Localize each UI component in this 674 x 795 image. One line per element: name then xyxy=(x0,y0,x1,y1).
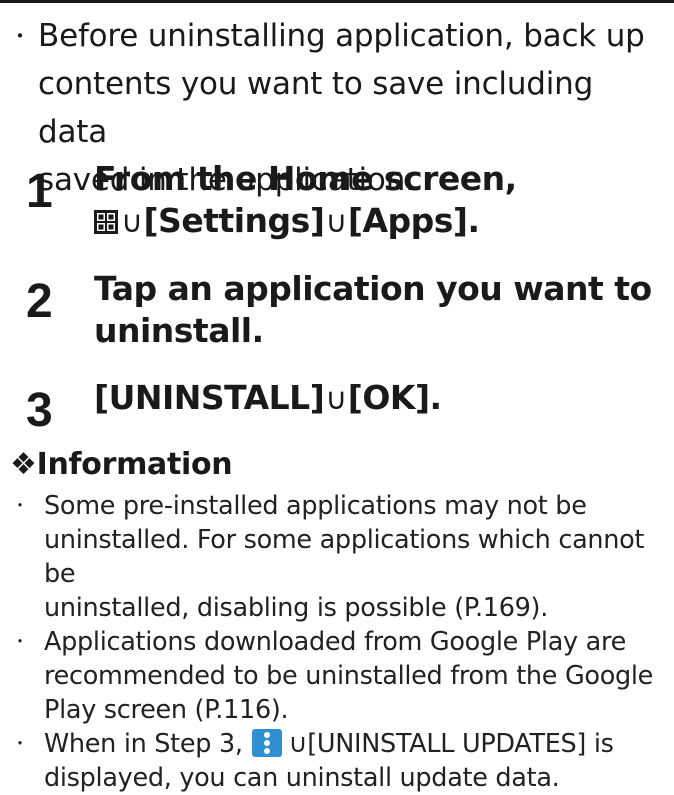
step-line: ∪[Settings]∪[Apps]. xyxy=(94,200,664,244)
apps-label: [Apps]. xyxy=(347,201,480,240)
step-line: From the Home screen, xyxy=(94,159,517,198)
list-item: ・ Some pre-installed applications may no… xyxy=(10,489,670,625)
item-text: Applications downloaded from Google Play… xyxy=(44,625,670,727)
information-list: ・ Some pre-installed applications may no… xyxy=(10,489,670,795)
item-line: uninstalled, disabling is possible (P.16… xyxy=(44,593,548,623)
step-number: 1 xyxy=(26,165,53,218)
step-text: [UNINSTALL]∪[OK]. xyxy=(94,377,664,421)
more-options-icon xyxy=(252,729,283,757)
step-text: Tap an application you want to uninstall… xyxy=(94,268,664,352)
item-line: Play screen (P.116). xyxy=(44,695,289,725)
bullet: ・ xyxy=(12,632,28,651)
arrow-glyph: ∪ xyxy=(325,382,347,417)
ok-label: [OK]. xyxy=(347,378,442,417)
top-divider xyxy=(0,0,674,3)
list-item: ・ Applications downloaded from Google Pl… xyxy=(10,625,670,727)
item-suffix: [UNINSTALL UPDATES] is xyxy=(307,729,614,759)
step-text: From the Home screen, ∪[Settings]∪[Apps]… xyxy=(94,158,664,244)
item-text: Some pre-installed applications may not … xyxy=(44,489,670,625)
settings-label: [Settings] xyxy=(143,201,325,240)
item-line: displayed, you can uninstall update data… xyxy=(44,763,560,793)
item-line: When in Step 3, ∪[UNINSTALL UPDATES] is xyxy=(44,727,670,761)
uninstall-label: [UNINSTALL] xyxy=(94,378,325,417)
item-line: Some pre-installed applications may not … xyxy=(44,491,587,521)
bullet: ・ xyxy=(12,496,28,515)
arrow-glyph: ∪ xyxy=(121,205,143,240)
information-heading: ❖Information xyxy=(10,447,233,482)
item-line: recommended to be uninstalled from the G… xyxy=(44,661,654,691)
arrow-glyph: ∪ xyxy=(325,205,347,240)
intro-line: contents you want to save including data xyxy=(38,66,594,150)
item-line: uninstalled. For some applications which… xyxy=(44,525,645,589)
arrow-glyph: ∪ xyxy=(288,729,308,759)
step-line: uninstall. xyxy=(94,311,264,350)
intro-line: Before uninstalling application, back up xyxy=(38,18,645,54)
step-line: [UNINSTALL]∪[OK]. xyxy=(94,377,664,421)
step-line: Tap an application you want to xyxy=(94,269,652,308)
apps-grid-icon xyxy=(94,210,118,234)
item-prefix: When in Step 3, xyxy=(44,729,251,759)
item-line: Applications downloaded from Google Play… xyxy=(44,627,626,657)
step-number: 2 xyxy=(26,275,53,328)
step-number: 3 xyxy=(26,384,53,437)
